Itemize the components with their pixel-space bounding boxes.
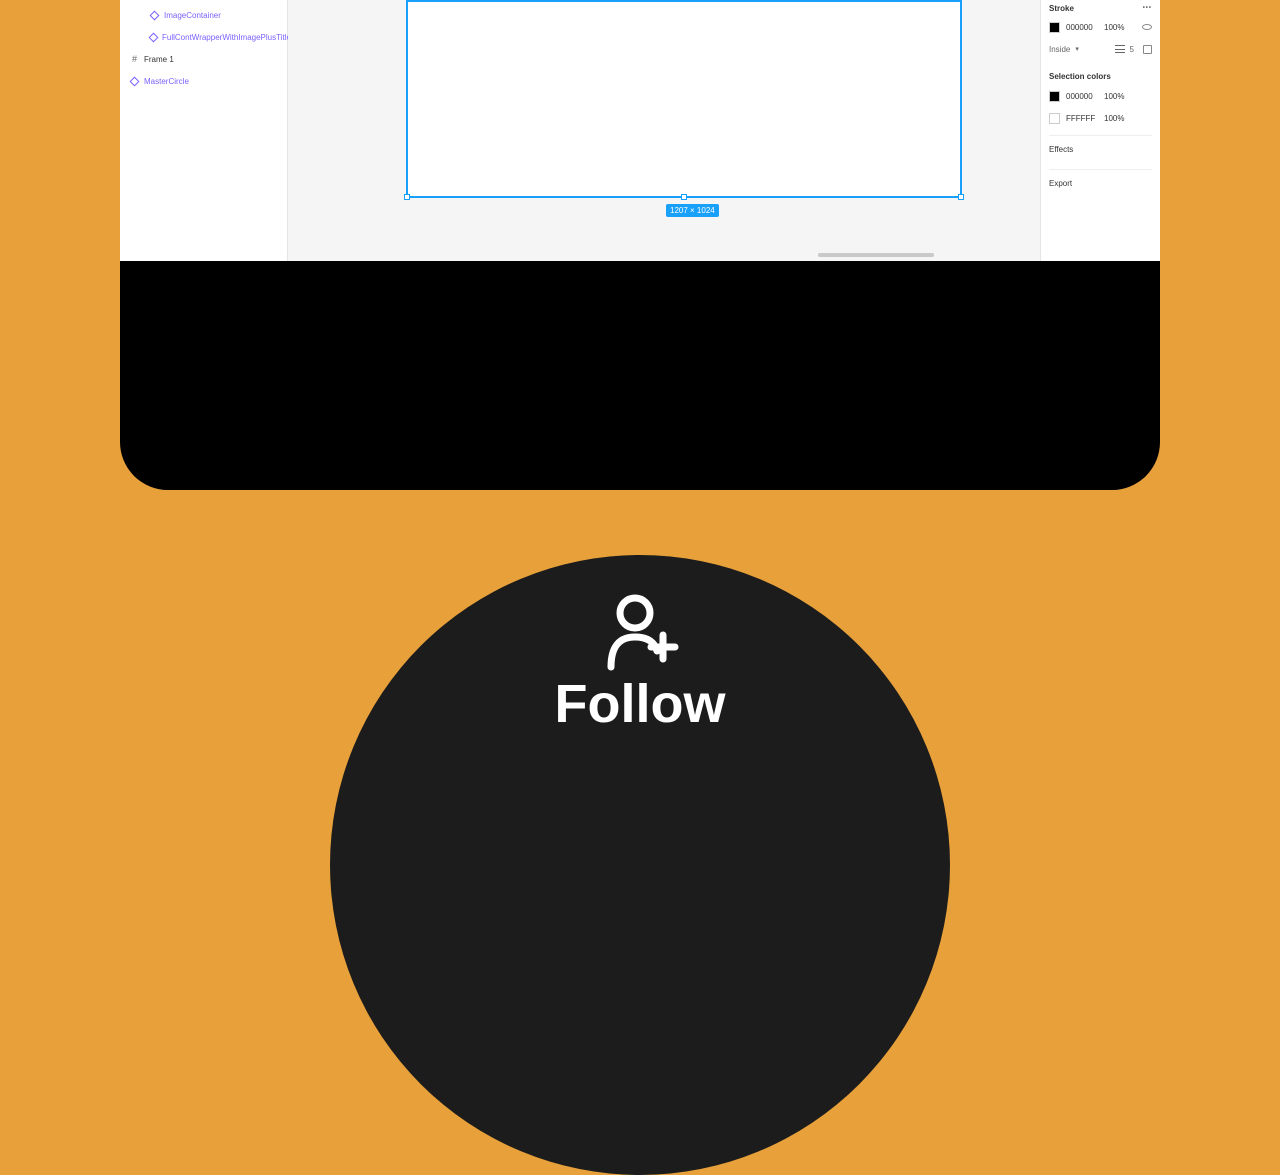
color-swatch[interactable] [1049, 113, 1060, 124]
hex-value[interactable]: 000000 [1066, 23, 1098, 32]
stroke-weight-icon[interactable] [1115, 45, 1125, 53]
stroke-options-row[interactable]: Inside ▾ 5 [1049, 38, 1152, 60]
selected-frame[interactable] [406, 0, 962, 198]
stroke-advanced-icon[interactable] [1143, 45, 1152, 54]
color-swatch[interactable] [1049, 91, 1060, 102]
stroke-position[interactable]: Inside [1049, 45, 1070, 54]
canvas[interactable]: 1207 × 1024 [288, 0, 1040, 261]
more-icon[interactable]: ••• [1143, 5, 1152, 11]
export-section[interactable]: Export [1049, 169, 1152, 197]
section-title: Stroke [1049, 4, 1074, 13]
hex-value: 000000 [1066, 92, 1098, 101]
layer-master-circle[interactable]: MasterCircle [120, 70, 287, 92]
visibility-icon[interactable] [1142, 24, 1152, 30]
chevron-down-icon: ▾ [1075, 45, 1079, 53]
layer-frame-1[interactable]: # Frame 1 [120, 48, 287, 70]
horizontal-scrollbar[interactable] [818, 253, 934, 257]
component-icon [150, 11, 159, 20]
figma-window: ImageContainer FullContWrapperWithImageP… [120, 0, 1160, 261]
opacity-value: 100% [1104, 92, 1128, 101]
layer-image-container[interactable]: ImageContainer [120, 4, 287, 26]
effects-section[interactable]: Effects [1049, 135, 1152, 163]
resize-handle-bm[interactable] [681, 194, 687, 200]
component-icon [150, 33, 157, 42]
layer-label: Frame 1 [144, 55, 174, 64]
stroke-section-header[interactable]: Stroke ••• [1049, 0, 1152, 16]
layer-label: ImageContainer [164, 11, 221, 20]
follow-label: Follow [555, 673, 726, 735]
follow-badge[interactable]: Follow [330, 555, 950, 1175]
resize-handle-br[interactable] [958, 194, 964, 200]
layer-full-wrapper[interactable]: FullContWrapperWithImagePlusTitle [120, 26, 287, 48]
color-swatch[interactable] [1049, 22, 1060, 33]
stroke-color-row[interactable]: 000000 100% [1049, 16, 1152, 38]
opacity-value: 100% [1104, 114, 1128, 123]
user-plus-icon [599, 589, 681, 671]
device-frame: ImageContainer FullContWrapperWithImageP… [120, 0, 1160, 490]
stroke-weight[interactable]: 5 [1130, 45, 1134, 54]
frame-icon: # [130, 55, 139, 64]
selcolor-row-0[interactable]: 000000 100% [1049, 85, 1152, 107]
component-icon [130, 77, 139, 86]
selcolor-row-1[interactable]: FFFFFF 100% [1049, 107, 1152, 129]
hex-value: FFFFFF [1066, 114, 1098, 123]
layer-label: MasterCircle [144, 77, 189, 86]
properties-panel: Stroke ••• 000000 100% Inside ▾ 5 Select… [1040, 0, 1160, 261]
dimension-badge: 1207 × 1024 [666, 204, 719, 217]
layer-label: FullContWrapperWithImagePlusTitle [162, 33, 291, 42]
selection-colors-header: Selection colors [1049, 72, 1152, 81]
layers-panel: ImageContainer FullContWrapperWithImageP… [120, 0, 288, 261]
opacity-value[interactable]: 100% [1104, 23, 1128, 32]
resize-handle-bl[interactable] [404, 194, 410, 200]
